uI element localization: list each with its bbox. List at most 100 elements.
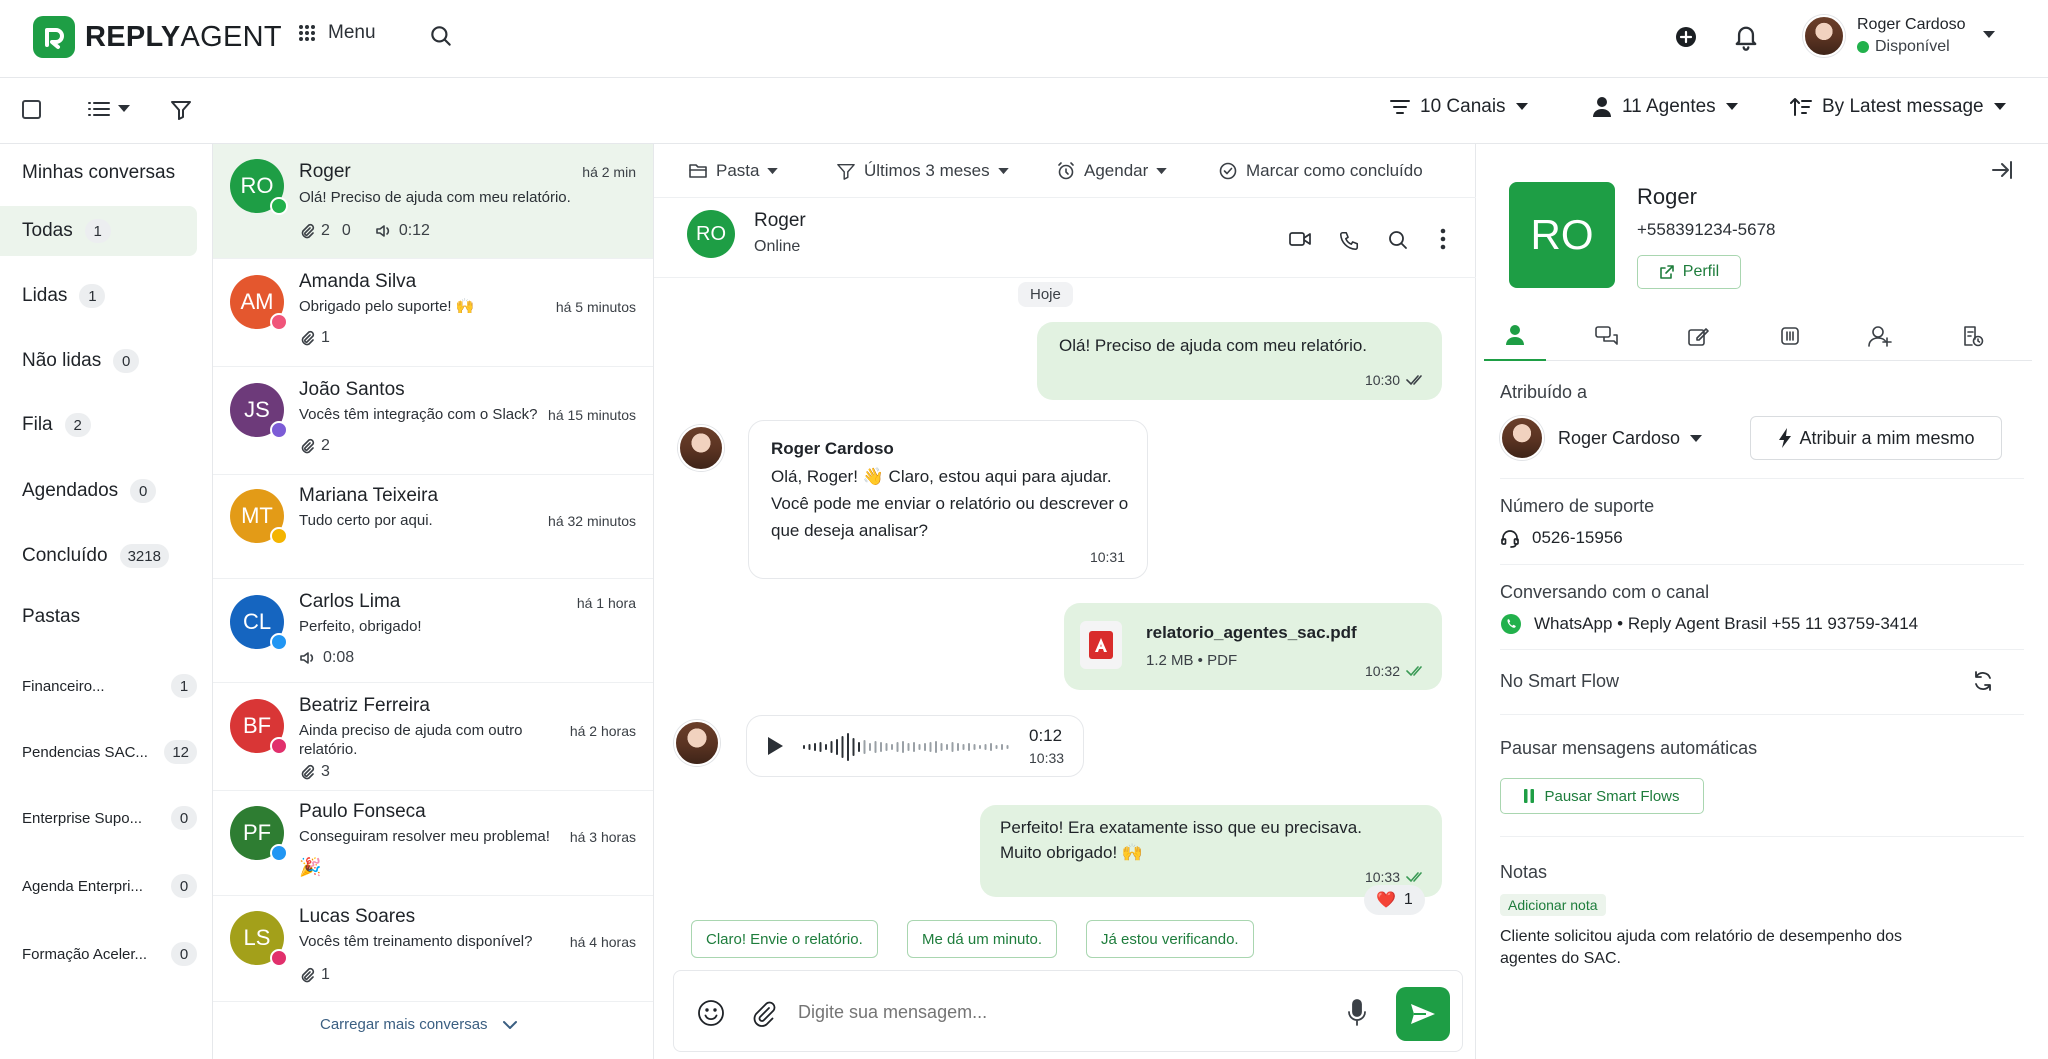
toolbar: 10 Canais 11 Agentes By Latest message <box>0 78 2048 144</box>
audio-waveform[interactable] <box>801 730 1013 764</box>
message-input[interactable] <box>798 997 1318 1027</box>
conversation-item[interactable]: JS João Santos há 15 minutos Vocês têm i… <box>213 367 653 475</box>
more-options-icon[interactable] <box>1440 228 1446 250</box>
pause-smart-flows-button[interactable]: Pausar Smart Flows <box>1500 778 1704 814</box>
conversation-meta: 3 <box>299 763 330 781</box>
sidebar-item-label: Fila <box>22 414 53 435</box>
waveform-bar <box>863 740 866 754</box>
folder-item[interactable]: Pendencias SAC... 12 <box>0 732 197 772</box>
quick-reply-button[interactable]: Claro! Envie o relatório. <box>691 920 878 958</box>
search-icon[interactable] <box>428 23 454 49</box>
tab-add-contact[interactable] <box>1850 311 1912 361</box>
sidebar-item-nao-lidas[interactable]: Não lidas 0 <box>0 336 197 386</box>
folder-item[interactable]: Agenda Enterpri... 0 <box>0 866 197 906</box>
folder-label: Formação Aceler... <box>22 945 148 963</box>
agents-filter[interactable]: 11 Agentes <box>1592 96 1738 118</box>
folder-dropdown[interactable]: Pasta <box>688 161 779 181</box>
select-all-checkbox[interactable] <box>22 100 41 119</box>
divider <box>1500 714 2024 715</box>
conversation-item[interactable]: MT Mariana Teixeira há 32 minutos Tudo c… <box>213 475 653 579</box>
tab-contact[interactable] <box>1484 311 1546 361</box>
period-dropdown[interactable]: Últimos 3 meses <box>836 161 1009 181</box>
waveform-bar <box>1006 745 1009 749</box>
conversation-item[interactable]: AM Amanda Silva há 5 minutos Obrigado pe… <box>213 259 653 367</box>
waveform-bar <box>924 743 926 751</box>
schedule-dropdown[interactable]: Agendar <box>1056 161 1168 181</box>
add-note-button[interactable]: Adicionar nota <box>1500 894 1606 916</box>
sidebar-item-fila[interactable]: Fila 2 <box>0 400 197 450</box>
menu-label: Menu <box>328 22 376 43</box>
play-icon[interactable] <box>765 735 785 757</box>
whatsapp-icon <box>270 197 288 215</box>
count-badge: 0 <box>130 479 157 503</box>
send-button[interactable] <box>1396 987 1450 1041</box>
user-menu[interactable]: Roger Cardoso Disponível <box>1803 15 1966 57</box>
video-call-icon[interactable] <box>1288 230 1312 248</box>
quick-reply-button[interactable]: Me dá um minuto. <box>907 920 1058 958</box>
emoji-icon[interactable] <box>696 998 726 1028</box>
contact-avatar: JS <box>230 383 288 439</box>
list-icon <box>88 100 110 118</box>
tab-conversations[interactable] <box>1576 311 1638 361</box>
load-more-button[interactable]: Carregar mais conversas <box>320 1016 518 1033</box>
microphone-icon[interactable] <box>1346 998 1368 1028</box>
sidebar-item-agendados[interactable]: Agendados 0 <box>0 466 197 516</box>
folder-item[interactable]: Enterprise Supo... 0 <box>0 798 197 838</box>
conversation-time: há 32 minutos <box>548 513 636 529</box>
pdf-icon[interactable] <box>1080 621 1122 669</box>
message-text: Olá! Preciso de ajuda com meu relatório. <box>1059 336 1368 355</box>
divider <box>1500 649 2024 650</box>
channels-label: 10 Canais <box>1420 96 1506 117</box>
folder-item[interactable]: Financeiro... 1 <box>0 666 197 706</box>
assign-to-me-button[interactable]: Atribuir a mim mesmo <box>1750 416 2002 460</box>
conversation-item[interactable]: BF Beatriz Ferreira há 2 horas Ainda pre… <box>213 683 653 791</box>
sidebar-item-todas[interactable]: Todas 1 <box>0 206 197 256</box>
refresh-icon[interactable] <box>1972 670 1994 692</box>
tab-tasks[interactable] <box>1942 311 2004 361</box>
view-options-button[interactable] <box>88 100 130 118</box>
profile-button[interactable]: Perfil <box>1637 255 1741 289</box>
filter-icon[interactable] <box>170 99 192 121</box>
chevron-down-icon[interactable] <box>1982 30 1996 40</box>
reaction-badge[interactable]: ❤️ 1 <box>1364 885 1425 915</box>
waveform-bar <box>929 742 932 752</box>
search-icon[interactable] <box>1386 228 1410 252</box>
quick-reply-button[interactable]: Já estou verificando. <box>1086 920 1254 958</box>
contact-avatar: LS <box>230 911 288 967</box>
file-name[interactable]: relatorio_agentes_sac.pdf <box>1146 619 1357 646</box>
tab-kanban[interactable] <box>1759 311 1821 361</box>
tab-edit[interactable] <box>1668 311 1730 361</box>
conversation-time: há 2 min <box>582 164 636 180</box>
mark-done-button[interactable]: Marcar como concluído <box>1218 161 1423 181</box>
sidebar-item-concluido[interactable]: Concluído 3218 <box>0 531 197 581</box>
waveform-bar <box>973 744 976 750</box>
message-preview: Tudo certo por aqui. <box>299 512 433 529</box>
sort-dropdown[interactable]: By Latest message <box>1790 96 2006 118</box>
logo[interactable]: REPLYAGENT <box>33 16 282 58</box>
conversation-item[interactable]: RO Roger há 2 min Olá! Preciso de ajuda … <box>213 144 653 259</box>
conversation-time: há 15 minutos <box>548 407 636 423</box>
collapse-panel-icon[interactable] <box>1990 160 2014 180</box>
file-meta: 1.2 MB • PDF <box>1146 652 1238 669</box>
contact-avatar: RO <box>230 159 288 215</box>
add-icon[interactable] <box>1674 25 1698 49</box>
waveform-bar <box>979 745 981 749</box>
support-number: 0526-15956 <box>1500 528 1623 548</box>
conversation-item[interactable]: PF Paulo Fonseca há 3 horas Conseguiram … <box>213 791 653 896</box>
waveform-bar <box>995 745 998 749</box>
menu-button[interactable]: Menu <box>298 22 376 44</box>
conversation-time: há 1 hora <box>576 595 636 611</box>
conversation-item[interactable]: CL Carlos Lima há 1 hora Perfeito, obrig… <box>213 579 653 683</box>
folder-item[interactable]: Formação Aceler... 0 <box>0 934 197 974</box>
contact-name: Mariana Teixeira <box>299 485 439 506</box>
conversation-item[interactable]: LS Lucas Soares há 4 horas Vocês têm tre… <box>213 896 653 1002</box>
assignee-dropdown[interactable]: Roger Cardoso <box>1558 428 1703 449</box>
waveform-bar <box>902 741 904 753</box>
load-more-label: Carregar mais conversas <box>320 1016 488 1033</box>
sidebar-item-lidas[interactable]: Lidas 1 <box>0 271 197 321</box>
channels-filter[interactable]: 10 Canais <box>1390 96 1528 118</box>
bell-icon[interactable] <box>1732 22 1760 52</box>
phone-icon[interactable] <box>1338 230 1360 252</box>
contact-name: Roger <box>299 161 351 182</box>
paperclip-icon[interactable] <box>750 999 778 1027</box>
